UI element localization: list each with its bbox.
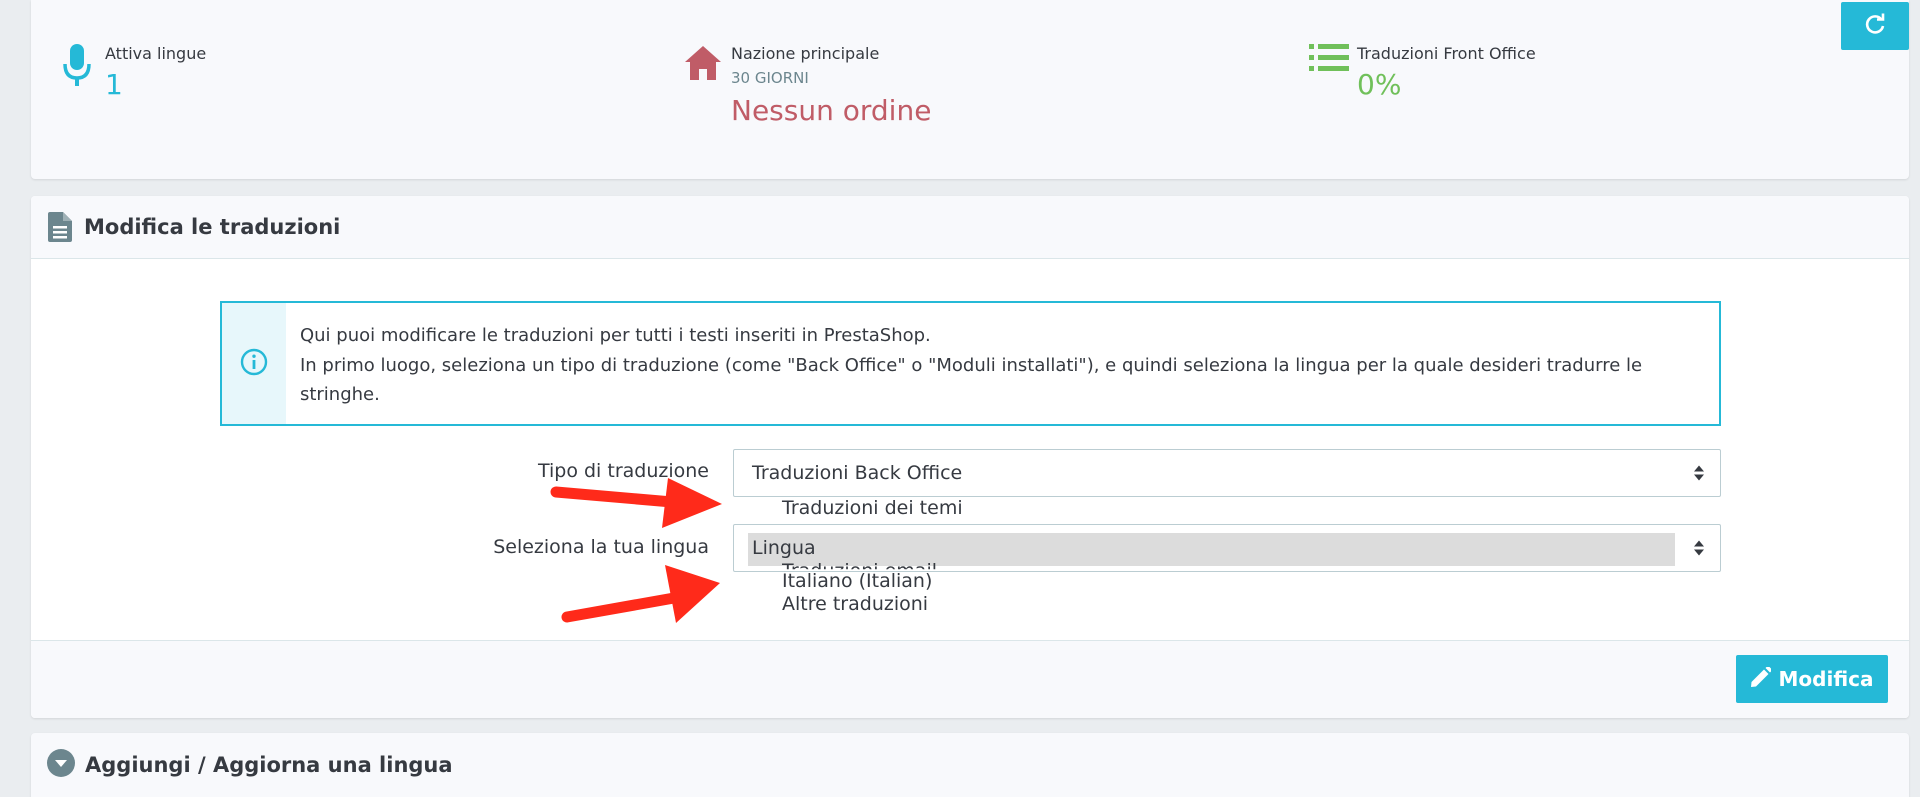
- kpi-languages-value: 1: [105, 68, 123, 101]
- add-language-title: Aggiungi / Aggiorna una lingua: [85, 753, 453, 777]
- panel-header: Modifica le traduzioni: [31, 196, 1909, 259]
- kpi-front-office-value: 0%: [1357, 68, 1402, 101]
- dropdown-option-themes[interactable]: Traduzioni dei temi: [782, 497, 963, 519]
- kpi-main-country: Nazione principale 30 GIORNI Nessun ordi…: [675, 44, 931, 128]
- info-icon: [240, 348, 268, 380]
- edit-translations-panel: Modifica le traduzioni Qui puoi modifica…: [31, 196, 1909, 718]
- language-label: Seleziona la tua lingua: [493, 536, 709, 558]
- dropdown-option-other[interactable]: Altre traduzioni: [782, 593, 928, 615]
- refresh-icon: [1864, 13, 1886, 39]
- kpi-front-office-title: Traduzioni Front Office: [1357, 44, 1536, 63]
- info-text: Qui puoi modificare le traduzioni per tu…: [286, 303, 1719, 424]
- kpi-active-languages: Attiva lingue 1: [49, 44, 206, 102]
- info-line-2: In primo luogo, seleziona un tipo di tra…: [299, 354, 1643, 406]
- dropdown-option-italian[interactable]: Italiano (Italian): [782, 570, 932, 592]
- chevron-down-circle-icon: [47, 749, 75, 781]
- kpi-country-title: Nazione principale: [731, 44, 880, 63]
- kpi-country-value: Nessun ordine: [731, 94, 932, 127]
- refresh-button[interactable]: [1841, 2, 1909, 50]
- panel-footer: Modifica: [31, 640, 1909, 718]
- kpi-languages-title: Attiva lingue: [105, 44, 207, 63]
- translations-page: Attiva lingue 1 Nazione principale 30 GI…: [0, 0, 1920, 797]
- document-icon: [48, 212, 74, 242]
- kpi-country-period: 30 GIORNI: [731, 69, 809, 87]
- info-icon-area: [222, 303, 286, 424]
- kpi-front-office-translations: Traduzioni Front Office 0%: [1301, 44, 1536, 102]
- translation-type-select[interactable]: Traduzioni Back Office: [733, 449, 1721, 497]
- translation-type-value: Traduzioni Back Office: [752, 462, 963, 484]
- select-caret-icon: [1694, 465, 1704, 481]
- info-line-1: Qui puoi modificare le traduzioni per tu…: [299, 325, 931, 346]
- house-icon: [675, 44, 731, 100]
- list-icon: [1301, 44, 1357, 100]
- pencil-icon: [1750, 665, 1772, 692]
- language-value: Lingua: [752, 537, 816, 559]
- kpi-panel: Attiva lingue 1 Nazione principale 30 GI…: [31, 0, 1909, 179]
- select-caret-icon: [1694, 540, 1704, 556]
- modify-button[interactable]: Modifica: [1736, 655, 1888, 703]
- panel-title: Modifica le traduzioni: [84, 215, 341, 239]
- info-alert: Qui puoi modificare le traduzioni per tu…: [220, 301, 1721, 426]
- translation-type-label: Tipo di traduzione: [537, 460, 709, 482]
- modify-button-label: Modifica: [1778, 667, 1874, 691]
- microphone-icon: [49, 44, 105, 100]
- add-language-panel[interactable]: Aggiungi / Aggiorna una lingua: [31, 733, 1909, 797]
